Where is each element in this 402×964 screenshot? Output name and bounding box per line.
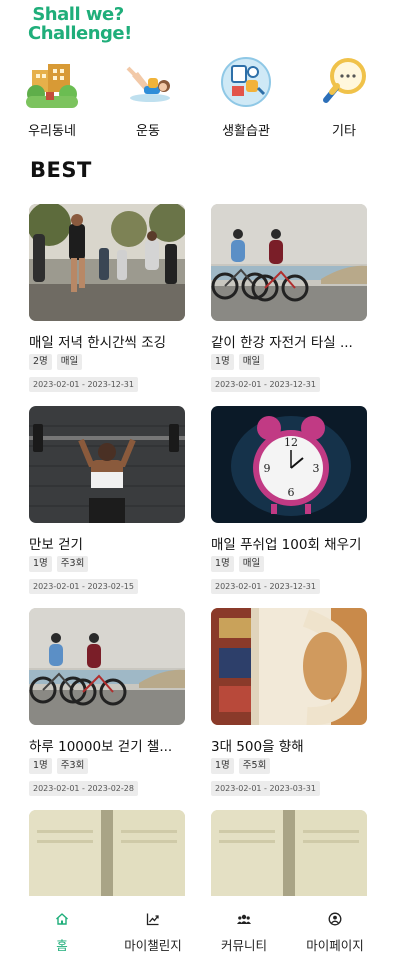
running-group-photo xyxy=(29,204,185,321)
frequency-badge: 주5회 xyxy=(238,758,271,774)
category-row: 우리동네 운동 생활습관 기타 xyxy=(0,56,402,146)
people-count-badge: 1명 xyxy=(29,556,52,572)
period-badge: 2023-02-01 - 2023-02-15 xyxy=(29,579,138,594)
logo-line1: Shall we? xyxy=(32,4,124,25)
svg-text:3: 3 xyxy=(313,462,320,475)
frequency-badge: 주3회 xyxy=(56,758,89,774)
tab-home[interactable]: 홈 xyxy=(12,896,112,964)
category-label: 생활습관 xyxy=(222,124,270,139)
tab-community[interactable]: 커뮤니티 xyxy=(194,896,294,964)
challenge-title: 만보 걷기 xyxy=(29,537,83,553)
svg-text:12: 12 xyxy=(284,436,298,449)
period-badge: 2023-02-01 - 2023-12-31 xyxy=(211,579,320,594)
best-section-title: BEST xyxy=(30,158,92,182)
tab-my-challenge[interactable]: 마이챌린지 xyxy=(103,896,203,964)
people-count-badge: 1명 xyxy=(211,354,234,370)
people-icon xyxy=(237,914,251,924)
exercise-icon xyxy=(126,66,170,102)
cyclists-photo xyxy=(211,204,367,321)
frequency-badge: 매일 xyxy=(238,354,265,370)
tab-label: 마이챌린지 xyxy=(124,938,182,953)
svg-text:6: 6 xyxy=(288,486,295,499)
period-badge: 2023-02-01 - 2023-12-31 xyxy=(211,377,320,392)
tab-label: 마이페이지 xyxy=(306,938,364,953)
tab-my-page[interactable]: 마이페이지 xyxy=(285,896,385,964)
period-badge: 2023-02-01 - 2023-12-31 xyxy=(29,377,138,392)
weightlifting-photo xyxy=(29,406,185,523)
people-count-badge: 1명 xyxy=(211,556,234,572)
alarm-clock-photo: 12 3 6 9 xyxy=(211,406,367,523)
category-label: 기타 xyxy=(332,124,356,139)
lifestyle-icon xyxy=(221,57,271,107)
period-badge: 2023-02-01 - 2023-02-28 xyxy=(29,781,138,796)
home-icon xyxy=(56,913,68,925)
svg-text:9: 9 xyxy=(264,462,271,475)
period-badge: 2023-02-01 - 2023-03-31 xyxy=(211,781,320,796)
tab-label: 홈 xyxy=(56,938,68,953)
neighborhood-icon xyxy=(26,64,78,108)
challenge-title: 하루 10000보 걷기 챌... xyxy=(29,739,173,755)
category-label: 우리동네 xyxy=(28,124,76,139)
app-logo[interactable]: Shall we? Challenge! xyxy=(28,4,132,44)
people-count-badge: 1명 xyxy=(29,758,52,774)
frequency-badge: 주3회 xyxy=(56,556,89,572)
frequency-badge: 매일 xyxy=(56,354,83,370)
category-label: 운동 xyxy=(136,124,160,139)
frequency-badge: 매일 xyxy=(238,556,265,572)
people-count-badge: 1명 xyxy=(211,758,234,774)
bottom-tab-bar: 홈 마이챌린지 커뮤니티 마이페이지 xyxy=(0,896,402,964)
tab-label: 커뮤니티 xyxy=(220,938,267,953)
more-search-icon xyxy=(323,58,366,103)
coffee-mug-photo xyxy=(211,608,367,725)
challenge-title: 3대 500을 향해 xyxy=(211,739,304,755)
cyclists-photo xyxy=(29,608,185,725)
challenge-title: 같이 한강 자전거 타실 ... xyxy=(211,335,353,351)
logo-line2: Challenge! xyxy=(28,23,132,44)
challenge-title: 매일 저녁 한시간씩 조깅 xyxy=(29,335,167,351)
chart-trend-icon xyxy=(146,913,159,926)
user-circle-icon xyxy=(328,912,342,926)
challenge-title: 매일 푸쉬업 100회 채우기 xyxy=(211,537,362,553)
people-count-badge: 2명 xyxy=(29,354,52,370)
